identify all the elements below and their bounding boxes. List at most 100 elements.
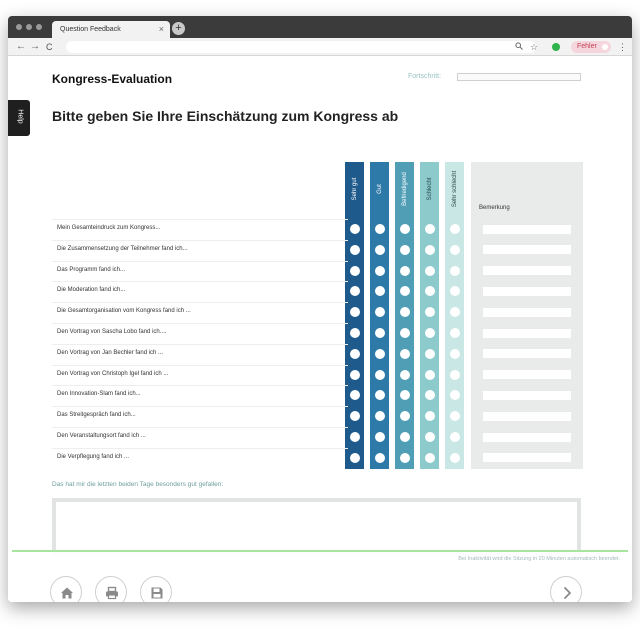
rating-column-label: Befriedigend (401, 172, 408, 206)
rating-radio[interactable] (424, 265, 435, 276)
rating-radio[interactable] (349, 369, 360, 380)
rating-radio[interactable] (424, 286, 435, 297)
rating-radio[interactable] (449, 307, 460, 318)
session-timeout-note: Bei Inaktivität wird die Sitzung in 20 M… (458, 556, 620, 562)
back-button[interactable]: ← (16, 40, 26, 54)
rating-radio[interactable] (449, 328, 460, 338)
rating-radio[interactable] (349, 452, 360, 463)
rating-radio[interactable] (399, 411, 410, 422)
help-tab[interactable]: Help (8, 100, 30, 136)
rating-radio[interactable] (424, 224, 435, 234)
window-minimize-dot[interactable] (26, 24, 32, 30)
forward-button[interactable]: → (30, 40, 40, 54)
print-button[interactable] (95, 576, 127, 602)
rating-radio[interactable] (399, 307, 410, 318)
rating-radio[interactable] (374, 265, 385, 276)
remark-input[interactable] (483, 224, 571, 234)
rating-radio[interactable] (374, 307, 385, 318)
rating-radio[interactable] (374, 328, 385, 338)
rating-radio[interactable] (449, 265, 460, 276)
rating-radio[interactable] (349, 348, 360, 359)
tab-question-feedback[interactable]: Question Feedback × (52, 21, 170, 38)
rating-radio[interactable] (374, 411, 385, 422)
remark-input[interactable] (483, 453, 571, 463)
window-close-dot[interactable] (16, 24, 22, 30)
rating-radio[interactable] (374, 432, 385, 442)
rating-radio[interactable] (449, 244, 460, 255)
rating-radio[interactable] (374, 348, 385, 359)
rating-radio[interactable] (399, 390, 410, 401)
rating-radio[interactable] (424, 328, 435, 338)
rating-radio[interactable] (449, 286, 460, 297)
rating-radio[interactable] (374, 390, 385, 401)
rating-radio[interactable] (349, 390, 360, 401)
rating-radio[interactable] (399, 265, 410, 276)
remark-input[interactable] (483, 245, 571, 255)
remark-input[interactable] (483, 328, 571, 338)
remark-input[interactable] (483, 307, 571, 317)
rating-radio[interactable] (424, 244, 435, 255)
rating-radio[interactable] (349, 265, 360, 276)
save-button[interactable] (140, 576, 172, 602)
browser-menu-icon[interactable]: ⋮ (618, 40, 627, 54)
remark-input[interactable] (483, 370, 571, 380)
rating-radio[interactable] (399, 452, 410, 463)
address-bar[interactable] (66, 41, 536, 53)
rating-radio[interactable] (349, 286, 360, 297)
rating-radio[interactable] (399, 432, 410, 442)
rating-radio[interactable] (449, 411, 460, 422)
rating-radio[interactable] (424, 411, 435, 422)
rating-radio[interactable] (449, 348, 460, 359)
rating-radio[interactable] (374, 369, 385, 380)
error-badge[interactable]: Fehler (571, 41, 611, 53)
rating-radio[interactable] (424, 432, 435, 442)
extension-icon[interactable] (552, 43, 560, 51)
star-icon[interactable]: ☆ (530, 40, 538, 54)
rating-radio[interactable] (399, 286, 410, 297)
rating-radio[interactable] (374, 452, 385, 463)
rating-radio[interactable] (399, 244, 410, 255)
remark-input[interactable] (483, 411, 571, 421)
comment-textarea[interactable] (52, 498, 581, 556)
window-maximize-dot[interactable] (36, 24, 42, 30)
rating-radio[interactable] (449, 432, 460, 442)
rating-radio[interactable] (399, 369, 410, 380)
rating-radio[interactable] (374, 224, 385, 234)
row-divider (52, 239, 348, 241)
tab-close-icon[interactable]: × (159, 21, 164, 38)
zoom-icon[interactable] (515, 40, 523, 54)
rating-radio[interactable] (349, 432, 360, 442)
question-label: Die Moderation fand ich... (57, 287, 126, 294)
rating-radio[interactable] (374, 286, 385, 297)
rating-radio[interactable] (449, 390, 460, 401)
remark-input[interactable] (483, 349, 571, 359)
rating-radio[interactable] (424, 369, 435, 380)
rating-radio[interactable] (374, 244, 385, 255)
remark-input[interactable] (483, 266, 571, 276)
rating-radio[interactable] (399, 328, 410, 338)
rating-radio[interactable] (349, 244, 360, 255)
rating-radio[interactable] (349, 224, 360, 234)
rating-radio[interactable] (424, 452, 435, 463)
rating-radio[interactable] (449, 369, 460, 380)
remark-input[interactable] (483, 432, 571, 442)
home-button[interactable] (50, 576, 82, 602)
rating-radio[interactable] (449, 452, 460, 463)
rating-radio[interactable] (424, 307, 435, 318)
rating-radio[interactable] (349, 411, 360, 422)
reload-button[interactable]: C (46, 40, 53, 54)
rating-radio[interactable] (399, 348, 410, 359)
rating-radio[interactable] (449, 224, 460, 234)
remark-input[interactable] (483, 286, 571, 296)
new-tab-button[interactable]: + (172, 22, 185, 35)
remark-input[interactable] (483, 390, 571, 400)
next-button[interactable] (550, 576, 582, 602)
question-label: Mein Gesamteindruck zum Kongress... (57, 225, 161, 231)
rating-radio[interactable] (349, 328, 360, 338)
rating-radio[interactable] (399, 224, 410, 234)
rating-radio[interactable] (424, 348, 435, 359)
question-label: Den Vortrag von Jan Bechler fand ich ... (57, 349, 164, 356)
chevron-right-icon (564, 587, 571, 599)
rating-radio[interactable] (349, 307, 360, 318)
rating-radio[interactable] (424, 390, 435, 401)
